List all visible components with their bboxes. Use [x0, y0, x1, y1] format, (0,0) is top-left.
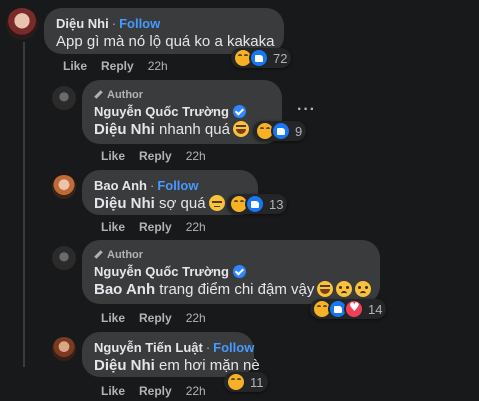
like-reaction-icon [249, 48, 269, 68]
commenter-name[interactable]: Diệu Nhi [56, 16, 109, 31]
timestamp[interactable]: 22h [186, 311, 206, 325]
verified-icon [232, 105, 246, 118]
rolling-eyes-emoji-icon [208, 195, 225, 211]
like-reaction-icon [245, 194, 265, 214]
laughing-emoji-icon [232, 121, 249, 137]
laughing-emoji-icon [317, 281, 334, 297]
pencil-icon [94, 90, 103, 99]
reaction-summary[interactable]: 13 [227, 194, 288, 214]
comment-bubble: Author Nguyễn Quốc Trường Diệu Nhi nhanh… [82, 80, 282, 144]
comment-text: Bao Anh trang điểm chi đậm vậy [94, 280, 372, 300]
reply-button[interactable]: Reply [101, 59, 134, 73]
reply-button[interactable]: Reply [139, 149, 172, 163]
commenter-name[interactable]: Nguyễn Tiến Luật [94, 340, 203, 355]
like-button[interactable]: Like [101, 384, 125, 398]
follow-button[interactable]: Follow [213, 340, 254, 355]
comment-bubble: Nguyễn Tiến Luật·Follow em hơi mặn nè Di… [82, 332, 260, 377]
timestamp[interactable]: 22h [186, 149, 206, 163]
mention-link[interactable]: Diệu Nhi [94, 121, 155, 138]
more-options-icon[interactable]: ··· [297, 101, 316, 119]
avatar[interactable] [52, 175, 76, 199]
comment-text: Diệu Nhi nhanh quá [94, 120, 270, 140]
love-reaction-icon [344, 299, 364, 319]
commenter-name[interactable]: Nguyễn Quốc Trường [94, 264, 229, 279]
reply-button[interactable]: Reply [139, 384, 172, 398]
like-reaction-icon [271, 121, 291, 141]
comment-thread: Diệu Nhi · Follow App gì mà nó lộ quá ko a… [0, 0, 479, 401]
thread-line [23, 42, 25, 367]
sad-emoji-icon [336, 281, 353, 297]
like-button[interactable]: Like [101, 220, 125, 234]
like-button[interactable]: Like [101, 149, 125, 163]
timestamp[interactable]: 22h [186, 384, 206, 398]
timestamp[interactable]: 22h [186, 220, 206, 234]
reaction-summary[interactable]: 72 [231, 48, 292, 68]
mention-link[interactable]: Bao Anh [94, 281, 155, 298]
reaction-summary[interactable]: 9 [253, 121, 307, 141]
comment-actions: Like Reply 22h [101, 149, 220, 163]
commenter-name[interactable]: Bao Anh [94, 178, 147, 193]
mention-link[interactable]: Diệu Nhi [94, 195, 155, 212]
author-badge: Author [107, 89, 144, 101]
avatar[interactable] [52, 246, 76, 270]
verified-icon [232, 265, 246, 278]
timestamp[interactable]: 22h [148, 59, 168, 73]
comment-actions: Like Reply 22h [101, 311, 220, 325]
comment-actions: Like Reply 22h [63, 59, 182, 73]
author-badge: Author [107, 249, 144, 261]
reply-button[interactable]: Reply [139, 220, 172, 234]
commenter-name[interactable]: Nguyễn Quốc Trường [94, 104, 229, 119]
follow-button[interactable]: Follow [119, 16, 160, 31]
like-button[interactable]: Like [101, 311, 125, 325]
comment-text: Diệu Nhi sợ quá [94, 194, 246, 214]
haha-reaction-icon [226, 372, 246, 392]
pencil-icon [94, 250, 103, 259]
comment-actions: Like Reply 22h [101, 384, 220, 398]
mention-link[interactable]: Diệu Nhi [94, 357, 155, 374]
avatar[interactable] [6, 8, 38, 40]
reaction-summary[interactable]: 11 [224, 372, 268, 392]
reaction-summary[interactable]: 14 [310, 299, 387, 319]
reply-button[interactable]: Reply [139, 311, 172, 325]
comment-bubble: Author Nguyễn Quốc Trường Bao Anh trang … [82, 240, 380, 304]
avatar[interactable] [52, 337, 76, 361]
follow-button[interactable]: Follow [157, 178, 198, 193]
avatar[interactable] [52, 86, 76, 110]
sad-emoji-icon [355, 281, 372, 297]
comment-actions: Like Reply 22h [101, 220, 220, 234]
like-button[interactable]: Like [63, 59, 87, 73]
